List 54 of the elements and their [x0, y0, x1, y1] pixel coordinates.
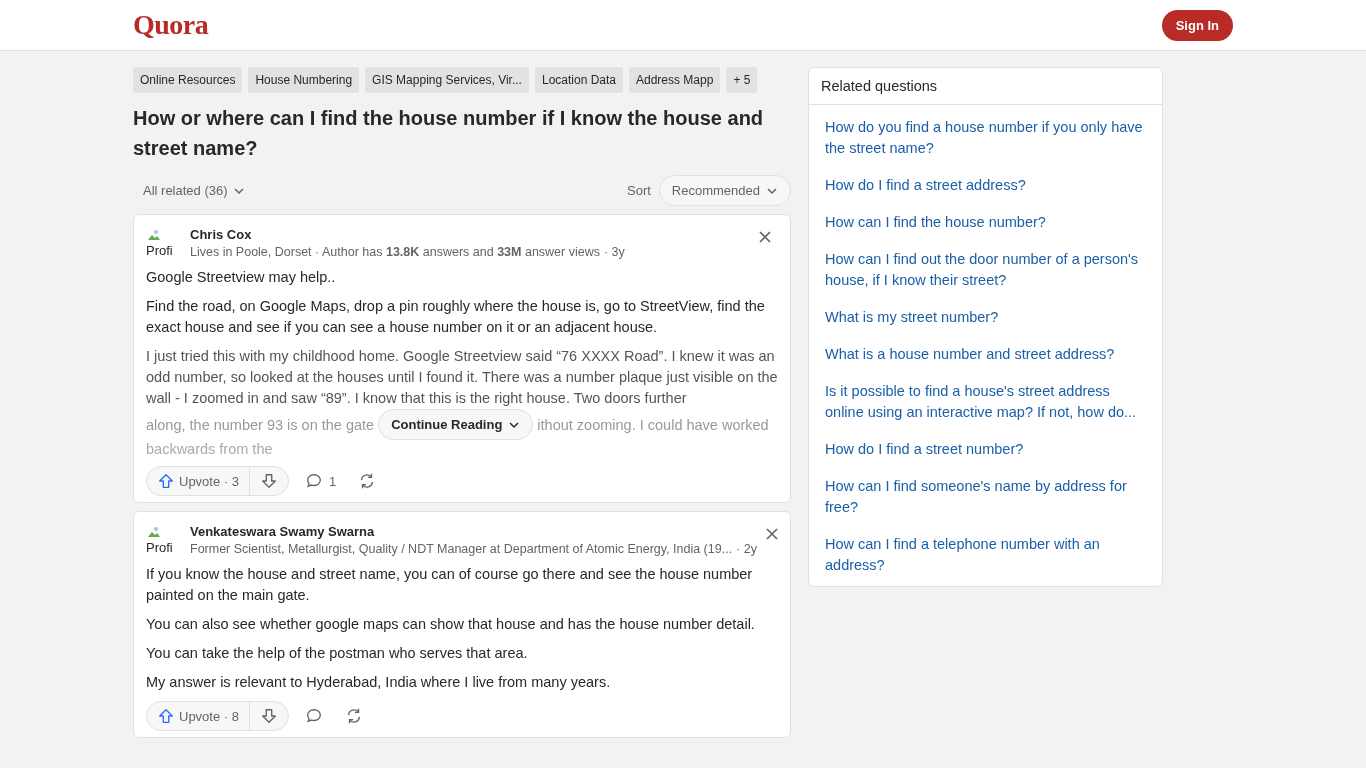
- topic-tag[interactable]: Location Data: [534, 67, 623, 93]
- topic-tag[interactable]: Online Resources: [133, 67, 243, 93]
- arrow-up-icon: [157, 472, 175, 490]
- author-name[interactable]: Chris Cox: [190, 227, 750, 242]
- answer-paragraph: You can take the help of the postman who serves that area.: [146, 644, 529, 663]
- related-question-link[interactable]: How can I find out the door number of a person's house, if I know their street?: [825, 249, 1148, 291]
- author-credentials: Lives in Poole, Dorset · Author has 13.8K answers and 33M answer views: [190, 245, 600, 259]
- answer-text-line: ithout zooming. I could have worked: [537, 416, 769, 433]
- related-question-link[interactable]: How do I find a street number?: [825, 439, 1148, 460]
- answer-paragraph: Find the road, on Google Maps, drop a pin roughly where the house is, go to StreetView, find the exact house and see if you can see a house number on it or an adjacent house.: [146, 297, 766, 337]
- topic-tag[interactable]: Address Mapp: [629, 67, 721, 93]
- comment-button[interactable]: 1: [299, 467, 343, 495]
- author-name[interactable]: Venkateswara Swamy Swarna: [190, 524, 757, 539]
- image-alt-text: Profi: [146, 540, 173, 555]
- comment-icon: [305, 472, 323, 490]
- close-icon[interactable]: [764, 527, 779, 541]
- comment-icon: [305, 707, 323, 725]
- broken-image-icon: [146, 524, 162, 540]
- close-icon[interactable]: [758, 230, 772, 244]
- sort-dropdown[interactable]: Recommended: [658, 175, 791, 206]
- topic-tag[interactable]: GIS Mapping Services, Vir...: [365, 67, 529, 93]
- related-question-link[interactable]: What is a house number and street address?: [825, 344, 1148, 365]
- answer-paragraph: My answer is relevant to Hyderabad, India where I live from many years.: [146, 673, 612, 692]
- logo[interactable]: Quora: [133, 9, 209, 41]
- answer-text-line: along, the number 93 is on the gate: [146, 416, 375, 433]
- answer-age: · 2y: [736, 542, 757, 556]
- related-question-link[interactable]: Is it possible to find a house's street address online using an interactive map? If not, how do...: [825, 381, 1148, 423]
- arrow-down-icon: [260, 707, 278, 725]
- topic-tag[interactable]: + 5: [726, 67, 758, 93]
- answer-paragraph: If you know the house and street name, you can of course go there and see the house number painted on the main gate.: [146, 565, 754, 605]
- sign-in-button[interactable]: Sign In: [1161, 9, 1233, 41]
- all-related-dropdown[interactable]: All related (36): [133, 179, 255, 202]
- author-credentials: Former Scientist, Metallurgist, Quality / NDT Manager at Department of Atomic Energy, India (19...: [190, 542, 733, 556]
- answer-text-line: backwards from the: [146, 440, 273, 458]
- broken-image-icon: [146, 227, 162, 243]
- arrow-up-icon: [157, 707, 175, 725]
- related-question-link[interactable]: How can I find someone's name by address for free?: [825, 476, 1148, 518]
- panel-title: Related questions: [809, 68, 1162, 105]
- refresh-icon: [345, 707, 363, 725]
- topic-tag[interactable]: House Numbering: [248, 67, 360, 93]
- image-alt-text: Profi: [146, 243, 173, 258]
- related-question-link[interactable]: What is my street number?: [825, 307, 1148, 328]
- related-question-link[interactable]: How can I find the house number?: [825, 212, 1148, 233]
- answer-age: · 3y: [603, 245, 625, 259]
- answer-paragraph: I just tried this with my childhood home. Google Streetview said “76 XXXX Road”. I knew it was an odd number, so looked at the houses until I found it. There was a number plaque just visible on the wall - I zoomed in and saw “89”. I know that this is the right house. Two doors further: [146, 347, 778, 408]
- continue-reading-button[interactable]: Continue Reading: [378, 409, 534, 440]
- arrow-down-icon: [260, 472, 278, 490]
- answer-paragraph: You can also see whether google maps can show that house and has the house number detail.: [146, 615, 756, 634]
- sort-label: Sort: [627, 183, 651, 198]
- related-question-link[interactable]: How can I find a telephone number with an address?: [825, 534, 1148, 576]
- answer-paragraph: Google Streetview may help..: [146, 268, 337, 287]
- question-title: How or where can I find the house number if I know the house and street name?: [133, 106, 765, 161]
- related-question-link[interactable]: How do you find a house number if you only have the street name?: [825, 117, 1148, 159]
- related-question-link[interactable]: How do I find a street address?: [825, 175, 1148, 196]
